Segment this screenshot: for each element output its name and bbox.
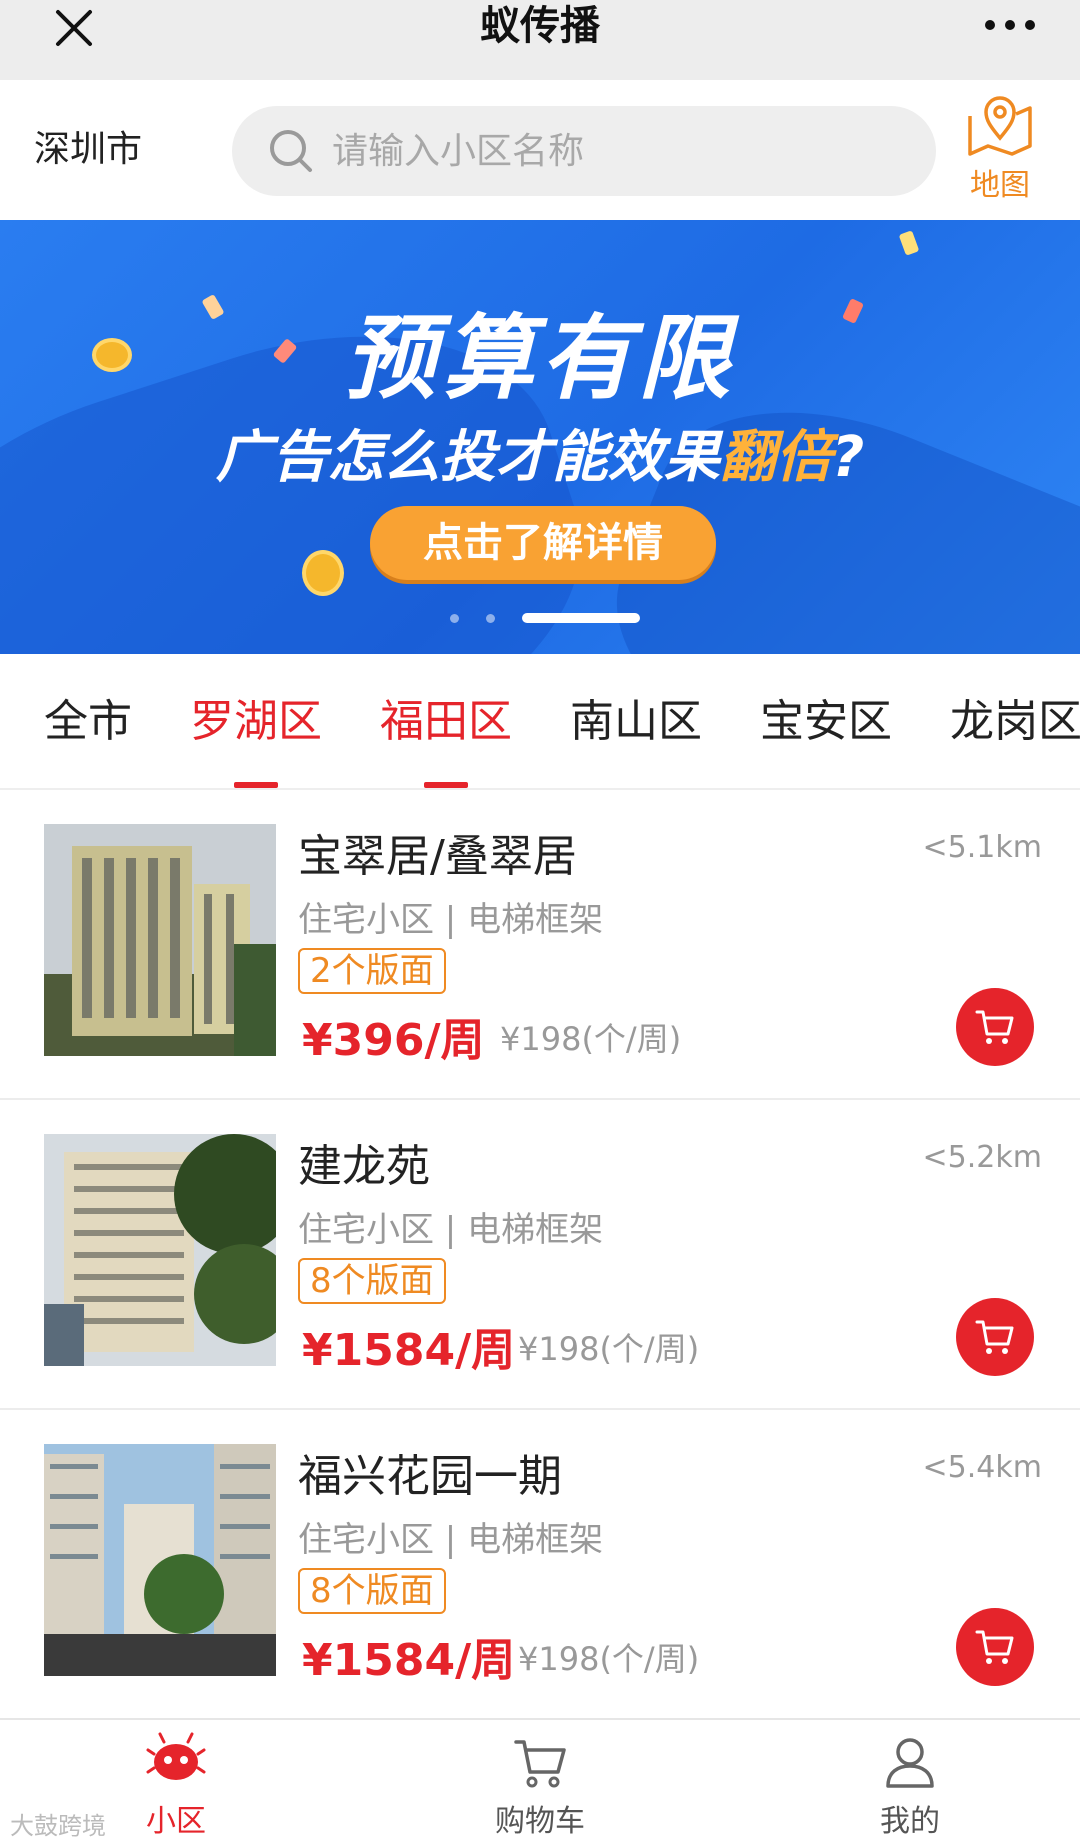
list-item[interactable]: 建龙苑 <5.2km 住宅小区 | 电梯框架 8个版面 ¥1584/周 ¥198… <box>0 1102 1080 1410</box>
tab-active-indicator <box>424 782 468 788</box>
building-photo <box>44 1444 276 1676</box>
coin-icon <box>302 550 344 596</box>
tab-longgang[interactable]: 龙岗区 <box>950 654 1080 790</box>
carousel-dot-active[interactable] <box>522 613 640 623</box>
banner-cta-button[interactable]: 点击了解详情 <box>370 506 716 580</box>
search-input[interactable] <box>332 106 912 196</box>
cart-icon <box>975 1320 1014 1354</box>
listing-meta: 住宅小区 | 电梯框架 <box>298 1210 604 1250</box>
carousel-dot[interactable] <box>450 614 459 623</box>
tab-nanshan[interactable]: 南山区 <box>570 654 702 790</box>
cart-icon <box>975 1010 1014 1044</box>
tab-baoan[interactable]: 宝安区 <box>760 654 892 790</box>
banner-subline: 广告怎么投才能效果翻倍? <box>0 412 1080 493</box>
listing-price: ¥1584/周 <box>302 1635 516 1686</box>
carousel-dot[interactable] <box>486 614 495 623</box>
listing-distance: <5.2km <box>922 1140 1042 1175</box>
more-icon[interactable] <box>980 10 1040 40</box>
map-button[interactable]: 地图 <box>960 94 1040 204</box>
listing-price: ¥396/周 <box>302 1015 485 1066</box>
banner-subline-highlight: 翻倍 <box>719 425 832 490</box>
tab-label: 南山区 <box>570 696 702 747</box>
cart-icon <box>514 1740 566 1788</box>
nav-cart[interactable]: 购物车 <box>440 1720 640 1844</box>
district-tabs: 全市 罗湖区 福田区 南山区 宝安区 龙岗区 <box>0 654 1080 790</box>
listing-name: 宝翠居/叠翠居 <box>298 831 577 882</box>
add-to-cart-button[interactable] <box>956 1298 1034 1376</box>
title-bar: 蚁传播 <box>0 0 1080 80</box>
tab-label: 福田区 <box>380 696 512 747</box>
unit-price: ¥198(个/周) <box>500 1020 682 1058</box>
unit-price: ¥198(个/周) <box>518 1330 700 1368</box>
slots-badge: 2个版面 <box>298 948 446 994</box>
slots-badge: 8个版面 <box>298 1568 446 1614</box>
nav-community[interactable]: 小区 <box>76 1720 276 1844</box>
tab-active-indicator <box>234 782 278 788</box>
map-label: 地图 <box>970 168 1030 203</box>
search-bar[interactable] <box>232 106 936 196</box>
banner-subline-suffix: ? <box>831 425 865 490</box>
cart-icon <box>975 1630 1014 1664</box>
unit-price: ¥198(个/周) <box>518 1640 700 1678</box>
map-pin-icon <box>968 96 1032 156</box>
banner-headline: 预算有限 <box>343 305 736 412</box>
listing-name: 福兴花园一期 <box>298 1451 562 1502</box>
app-title: 蚁传播 <box>480 3 600 49</box>
tab-all-city[interactable]: 全市 <box>44 654 132 790</box>
building-photo <box>44 1134 276 1366</box>
user-icon <box>886 1738 934 1788</box>
list-item[interactable]: 福兴花园一期 <5.4km 住宅小区 | 电梯框架 8个版面 ¥1584/周 ¥… <box>0 1412 1080 1720</box>
tab-label: 宝安区 <box>760 696 892 747</box>
listing-price: ¥1584/周 <box>302 1325 516 1376</box>
nav-label: 购物车 <box>495 1804 585 1839</box>
listing-distance: <5.1km <box>922 830 1042 865</box>
listing-meta: 住宅小区 | 电梯框架 <box>298 900 604 940</box>
ant-icon <box>146 1732 206 1780</box>
nav-label: 我的 <box>880 1804 940 1839</box>
carousel-indicator <box>450 612 650 624</box>
listing-name: 建龙苑 <box>298 1141 430 1192</box>
add-to-cart-button[interactable] <box>956 988 1034 1066</box>
search-row: 深圳市 地图 <box>0 80 1080 220</box>
bottom-nav: 小区 购物车 我的 <box>0 1718 1080 1844</box>
promo-banner[interactable]: 预算有限 广告怎么投才能效果翻倍? 点击了解详情 <box>0 220 1080 654</box>
tab-label: 龙岗区 <box>950 696 1080 747</box>
tab-label: 全市 <box>44 696 132 747</box>
building-photo <box>44 824 276 1056</box>
slots-badge: 8个版面 <box>298 1258 446 1304</box>
tab-label: 罗湖区 <box>190 696 322 747</box>
listing-distance: <5.4km <box>922 1450 1042 1485</box>
tab-futian[interactable]: 福田区 <box>380 654 512 790</box>
confetti <box>898 230 920 256</box>
tab-luohu[interactable]: 罗湖区 <box>190 654 322 790</box>
nav-label: 小区 <box>146 1804 206 1839</box>
add-to-cart-button[interactable] <box>956 1608 1034 1686</box>
watermark: 大鼓跨境 <box>10 1812 106 1840</box>
nav-profile[interactable]: 我的 <box>810 1720 1010 1844</box>
banner-subline-prefix: 广告怎么投才能效果 <box>215 425 720 490</box>
city-selector[interactable]: 深圳市 <box>34 80 142 220</box>
search-icon <box>270 130 312 172</box>
list-item[interactable]: 宝翠居/叠翠居 <5.1km 住宅小区 | 电梯框架 2个版面 ¥396/周 ¥… <box>0 792 1080 1100</box>
listing-meta: 住宅小区 | 电梯框架 <box>298 1520 604 1560</box>
